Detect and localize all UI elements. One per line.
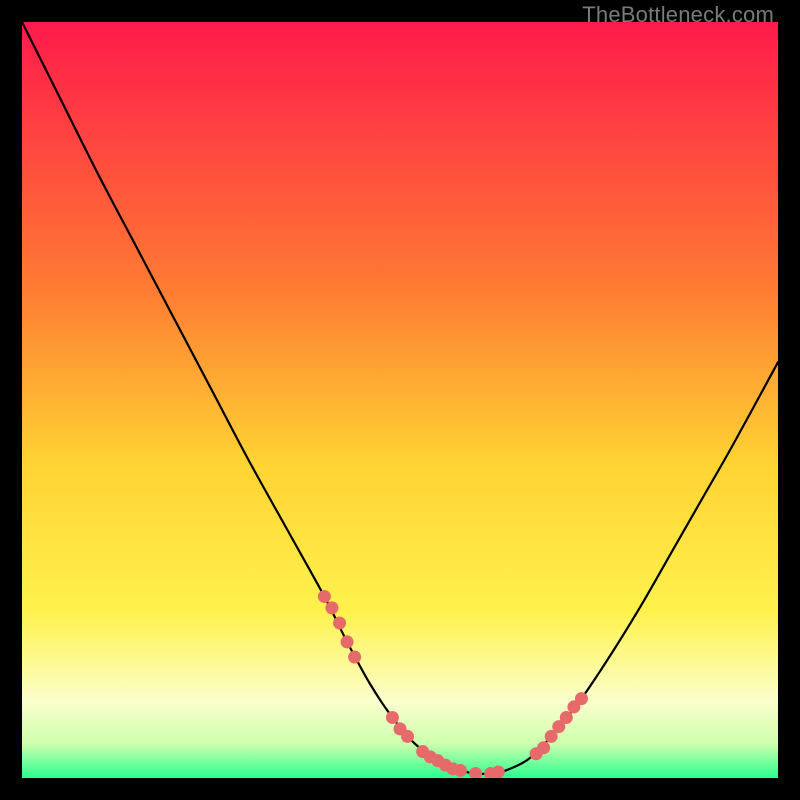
bottleneck-chart: [22, 22, 778, 778]
highlight-dot: [386, 711, 399, 724]
highlight-dot: [333, 617, 346, 630]
highlight-dot: [348, 651, 361, 664]
highlight-dot: [341, 635, 354, 648]
chart-frame: [22, 22, 778, 778]
highlight-dot: [454, 764, 467, 777]
highlight-dot: [575, 692, 588, 705]
highlight-dot: [537, 741, 550, 754]
highlight-dot: [560, 711, 573, 724]
highlight-dot: [318, 590, 331, 603]
chart-background: [22, 22, 778, 778]
highlight-dot: [401, 730, 414, 743]
highlight-dot: [492, 765, 505, 778]
highlight-dot: [325, 601, 338, 614]
